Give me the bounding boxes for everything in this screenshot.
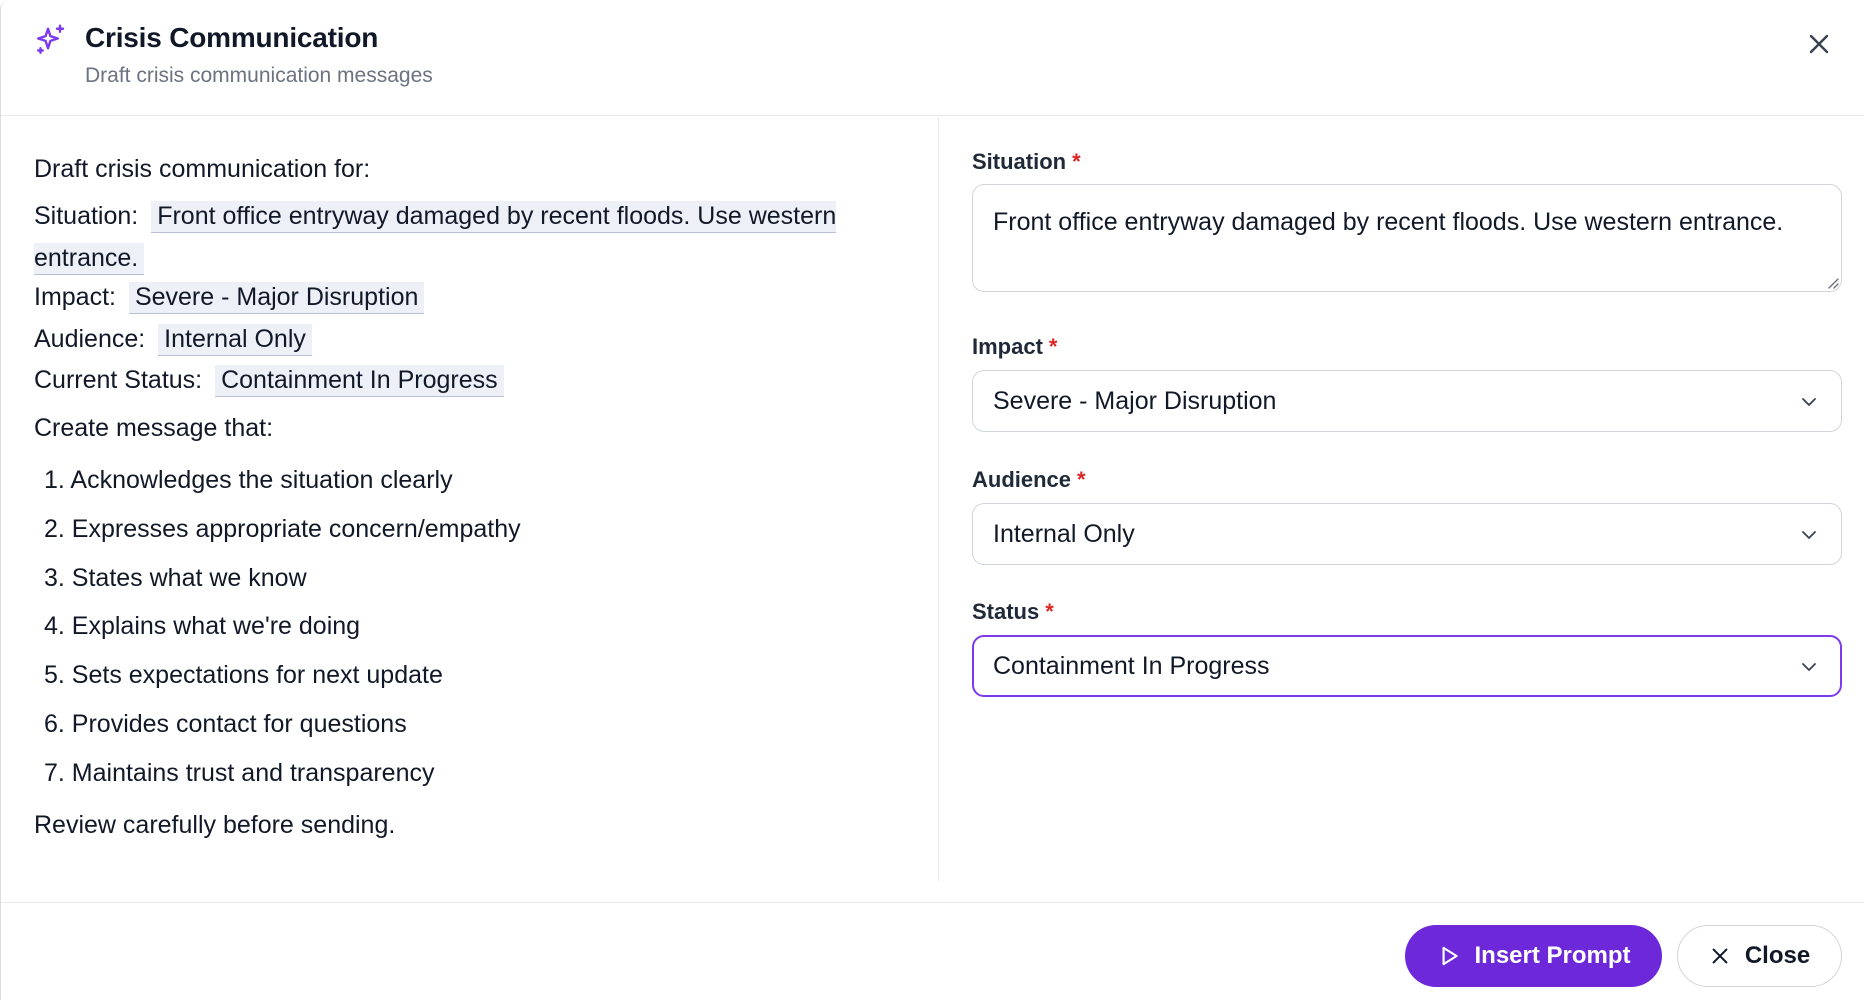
list-item: 2. Expresses appropriate concern/empathy xyxy=(44,515,521,543)
close-label: Close xyxy=(1744,942,1811,969)
preview-audience-line: Audience: Internal Only xyxy=(34,324,312,356)
audience-field-label: Audience * xyxy=(972,467,1086,493)
impact-select[interactable]: Severe - Major Disruption xyxy=(972,370,1842,432)
list-item: 1. Acknowledges the situation clearly xyxy=(44,466,453,494)
audience-selected-value: Internal Only xyxy=(993,520,1135,548)
prompt-form: Situation * Front office entryway damaged… xyxy=(939,117,1864,881)
insert-prompt-button[interactable]: Insert Prompt xyxy=(1405,925,1662,987)
preview-intro: Draft crisis communication for: xyxy=(34,155,371,183)
insert-prompt-label: Insert Prompt xyxy=(1474,942,1631,969)
list-item: 6. Provides contact for questions xyxy=(44,710,407,738)
close-icon[interactable] xyxy=(1803,28,1835,60)
preview-audience-label: Audience: xyxy=(34,325,146,353)
required-marker: * xyxy=(1048,334,1058,359)
audience-label-text: Audience xyxy=(972,467,1072,492)
list-item: 7. Maintains trust and transparency xyxy=(44,759,435,787)
preview-audience-value: Internal Only xyxy=(158,324,312,356)
impact-label-text: Impact xyxy=(972,334,1043,359)
chevron-down-icon xyxy=(1802,398,1816,406)
status-label-text: Status xyxy=(972,599,1040,624)
status-selected-value: Containment In Progress xyxy=(993,652,1270,680)
dialog-header: Crisis Communication Draft crisis commun… xyxy=(1,0,1864,116)
status-field-label: Status * xyxy=(972,599,1054,625)
audience-select[interactable]: Internal Only xyxy=(972,503,1842,565)
preview-create-intro: Create message that: xyxy=(34,414,274,442)
preview-impact-label: Impact: xyxy=(34,283,116,311)
play-icon xyxy=(1442,946,1459,966)
list-item: 4. Explains what we're doing xyxy=(44,612,361,640)
crisis-communication-dialog: Crisis Communication Draft crisis commun… xyxy=(0,0,1864,1000)
required-marker: * xyxy=(1077,467,1086,492)
situation-label-text: Situation xyxy=(972,149,1067,174)
chevron-down-icon xyxy=(1802,663,1816,671)
dialog-title: Crisis Communication xyxy=(85,22,379,53)
dialog-footer: Insert Prompt Close xyxy=(1,902,1864,1000)
close-button[interactable]: Close xyxy=(1677,925,1842,987)
close-icon xyxy=(1712,948,1728,964)
prompt-preview: Draft crisis communication for: Situatio… xyxy=(1,117,939,881)
situation-field-label: Situation * xyxy=(972,149,1081,175)
required-marker: * xyxy=(1072,149,1081,174)
preview-impact-value: Severe - Major Disruption xyxy=(128,282,425,314)
preview-situation-value: Front office entryway damaged by recent … xyxy=(34,201,837,275)
preview-impact-line: Impact: Severe - Major Disruption xyxy=(34,282,425,314)
required-marker: * xyxy=(1045,599,1054,624)
preview-status-label: Current Status: xyxy=(34,366,203,394)
list-item: 3. States what we know xyxy=(44,564,307,592)
situation-textarea[interactable]: Front office entryway damaged by recent … xyxy=(972,184,1842,292)
chevron-down-icon xyxy=(1802,531,1816,539)
preview-status-value: Containment In Progress xyxy=(215,365,504,397)
status-select[interactable]: Containment In Progress xyxy=(972,635,1842,697)
preview-outro: Review carefully before sending. xyxy=(34,811,396,839)
preview-situation-line: Situation: Front office entryway damaged… xyxy=(34,195,914,279)
dialog-subtitle: Draft crisis communication messages xyxy=(85,64,433,87)
impact-selected-value: Severe - Major Disruption xyxy=(993,387,1277,415)
preview-status-line: Current Status: Containment In Progress xyxy=(34,365,504,397)
sparkles-icon xyxy=(37,24,65,54)
list-item: 5. Sets expectations for next update xyxy=(44,661,443,689)
impact-field-label: Impact * xyxy=(972,334,1057,360)
preview-situation-label: Situation: xyxy=(34,202,139,230)
resize-handle-icon[interactable] xyxy=(1824,274,1840,290)
